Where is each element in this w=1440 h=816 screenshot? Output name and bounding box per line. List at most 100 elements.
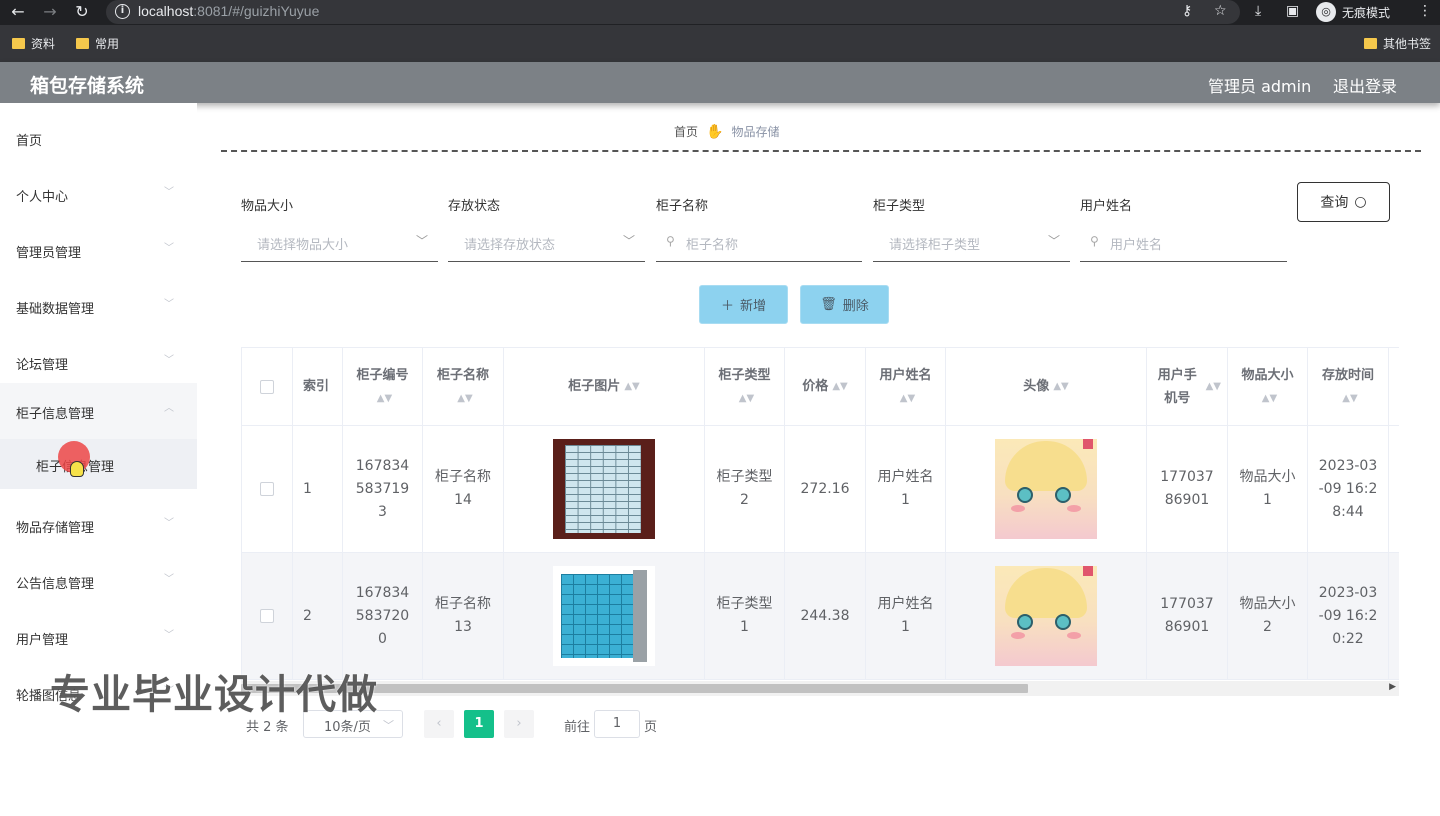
cell-phone: 17703786901	[1147, 553, 1228, 679]
next-page-button[interactable]: ›	[504, 710, 534, 738]
select-item-size[interactable]: 请选择物品大小 ﹀	[241, 228, 438, 262]
sort-icon[interactable]: ▲▼	[1262, 387, 1277, 410]
sort-icon[interactable]: ▲▼	[624, 375, 639, 398]
sidebar-item-admin[interactable]: 管理员管理 ﹀	[0, 223, 197, 279]
column-header[interactable]: 头像 ▲▼	[946, 348, 1147, 425]
input-user-name[interactable]: ⚲ 用户姓名	[1080, 228, 1287, 262]
chevron-down-icon: ﹀	[164, 630, 174, 641]
input-locker-name[interactable]: ⚲ 柜子名称	[656, 228, 862, 262]
cell-price: 272.16	[785, 426, 866, 552]
chevron-down-icon: ﹀	[164, 187, 174, 198]
cell-type: 柜子类型1	[705, 553, 785, 679]
select-all-cell	[242, 348, 293, 425]
bookmark-folder[interactable]: 常用	[76, 35, 119, 52]
select-all-checkbox[interactable]	[260, 379, 274, 394]
query-button[interactable]: 查询 ○	[1297, 182, 1390, 222]
watermark-text: 专业毕业设计代做	[50, 672, 378, 718]
incognito-badge[interactable]: ◎ 无痕模式	[1316, 2, 1390, 22]
browser-toolbar: ← → ↻ i localhost:8081/#/guizhiYuyue ⚷ ☆…	[0, 0, 1440, 25]
sort-icon[interactable]: ▲▼	[1206, 375, 1221, 398]
cursor-hand-icon	[70, 461, 84, 477]
address-bar[interactable]: i localhost:8081/#/guizhiYuyue ⚷ ☆	[106, 0, 1240, 24]
label-item-size: 物品大小	[241, 199, 294, 214]
chevron-down-icon: ﹀	[164, 355, 174, 366]
select-storage-status[interactable]: 请选择存放状态 ﹀	[448, 228, 645, 262]
trash-icon: 🗑	[820, 297, 837, 312]
row-checkbox[interactable]	[260, 482, 274, 496]
column-header[interactable]: 柜子图片 ▲▼	[504, 348, 705, 425]
sidebar-item-locker[interactable]: 柜子信息管理 ︿	[0, 383, 197, 439]
sidebar-item-users[interactable]: 用户管理 ﹀	[0, 610, 197, 666]
sort-icon[interactable]: ▲▼	[1053, 375, 1068, 398]
sidebar-item-basic-data[interactable]: 基础数据管理 ﹀	[0, 279, 197, 335]
label-storage-status: 存放状态	[448, 199, 501, 214]
cell-code: 1678345837193	[343, 426, 423, 552]
sidebar-item-home[interactable]: 首页	[0, 111, 197, 167]
sort-icon[interactable]: ▲▼	[900, 387, 915, 410]
table-row[interactable]: 1 1678345837193 柜子名称14 柜子类型2 272.16 用户姓名…	[242, 426, 1399, 553]
bookmark-folder[interactable]: 资料	[12, 35, 55, 52]
locker-image[interactable]	[553, 439, 655, 539]
cell-type: 柜子类型2	[705, 426, 785, 552]
other-bookmarks[interactable]: 其他书签	[1364, 35, 1431, 52]
column-header[interactable]: 物品大小 ▲▼	[1228, 348, 1308, 425]
goto-page-input[interactable]: 1	[594, 710, 640, 738]
incognito-icon: ◎	[1316, 2, 1336, 22]
column-header[interactable]: 柜子编号 ▲▼	[343, 348, 423, 425]
chevron-up-icon: ︿	[164, 403, 174, 414]
sort-icon[interactable]: ▲▼	[832, 375, 847, 398]
cell-size: 物品大小1	[1228, 426, 1308, 552]
avatar-image[interactable]	[995, 566, 1097, 666]
column-header[interactable]: 柜子类型 ▲▼	[705, 348, 785, 425]
download-icon[interactable]: ⤓	[1255, 3, 1261, 19]
star-icon[interactable]: ☆	[1214, 3, 1227, 19]
sort-icon[interactable]: ▲▼	[1342, 387, 1357, 410]
sidepanel-icon[interactable]: ▣	[1286, 3, 1299, 19]
add-button[interactable]: ＋新增	[699, 285, 788, 324]
scroll-right-icon[interactable]: ▶	[1389, 682, 1396, 692]
column-header[interactable]: 价格 ▲▼	[785, 348, 866, 425]
cell-index: 2	[293, 553, 343, 679]
page-number-active[interactable]: 1	[464, 710, 494, 738]
page-suffix: 页	[644, 720, 658, 735]
sidebar-item-profile[interactable]: 个人中心 ﹀	[0, 167, 197, 223]
app-header: 箱包存储系统 管理员 admin 退出登录	[0, 62, 1440, 103]
sidebar-subitem-locker-info[interactable]: 柜子信息管理	[0, 439, 197, 489]
prev-page-button[interactable]: ‹	[424, 710, 454, 738]
chevron-down-icon: ﹀	[164, 243, 174, 254]
sort-icon[interactable]: ▲▼	[739, 387, 754, 410]
back-icon[interactable]: ←	[8, 2, 28, 22]
breadcrumb-home[interactable]: 首页	[674, 123, 698, 140]
row-checkbox[interactable]	[260, 609, 274, 623]
delete-button[interactable]: 🗑 删除	[800, 285, 889, 324]
avatar-image[interactable]	[995, 439, 1097, 539]
reload-icon[interactable]: ↻	[72, 2, 92, 22]
site-info-icon[interactable]: i	[115, 4, 130, 19]
sort-icon[interactable]: ▲▼	[457, 387, 472, 410]
key-icon[interactable]: ⚷	[1182, 3, 1192, 19]
cell-index: 1	[293, 426, 343, 552]
menu-icon[interactable]: ⋮	[1418, 3, 1432, 19]
forward-icon[interactable]: →	[40, 2, 60, 22]
column-header[interactable]: 存放时间 ▲▼	[1308, 348, 1389, 425]
sidebar-item-storage[interactable]: 物品存储管理 ﹀	[0, 498, 197, 554]
column-header	[1389, 348, 1399, 425]
sort-icon[interactable]: ▲▼	[377, 387, 392, 410]
column-header[interactable]: 柜子名称 ▲▼	[423, 348, 504, 425]
select-locker-type[interactable]: 请选择柜子类型 ﹀	[873, 228, 1070, 262]
cell-phone: 17703786901	[1147, 426, 1228, 552]
locker-image[interactable]	[553, 566, 655, 666]
admin-label: 管理员 admin	[1208, 77, 1312, 96]
column-header: 索引	[293, 348, 343, 425]
horizontal-scrollbar[interactable]: ▶	[241, 681, 1399, 696]
cell-user: 用户姓名1	[866, 553, 946, 679]
cell-code: 1678345837200	[343, 553, 423, 679]
column-header[interactable]: 用户手机号 ▲▼	[1147, 348, 1228, 425]
cell-size: 物品大小2	[1228, 553, 1308, 679]
logout-button[interactable]: 退出登录	[1333, 73, 1397, 97]
table-row[interactable]: 2 1678345837200 柜子名称13 柜子类型1 244.38 用户姓名…	[242, 553, 1399, 680]
search-icon: ⚲	[666, 234, 675, 248]
column-header[interactable]: 用户姓名 ▲▼	[866, 348, 946, 425]
sidebar-item-notice[interactable]: 公告信息管理 ﹀	[0, 554, 197, 610]
label-user-name: 用户姓名	[1080, 199, 1133, 214]
